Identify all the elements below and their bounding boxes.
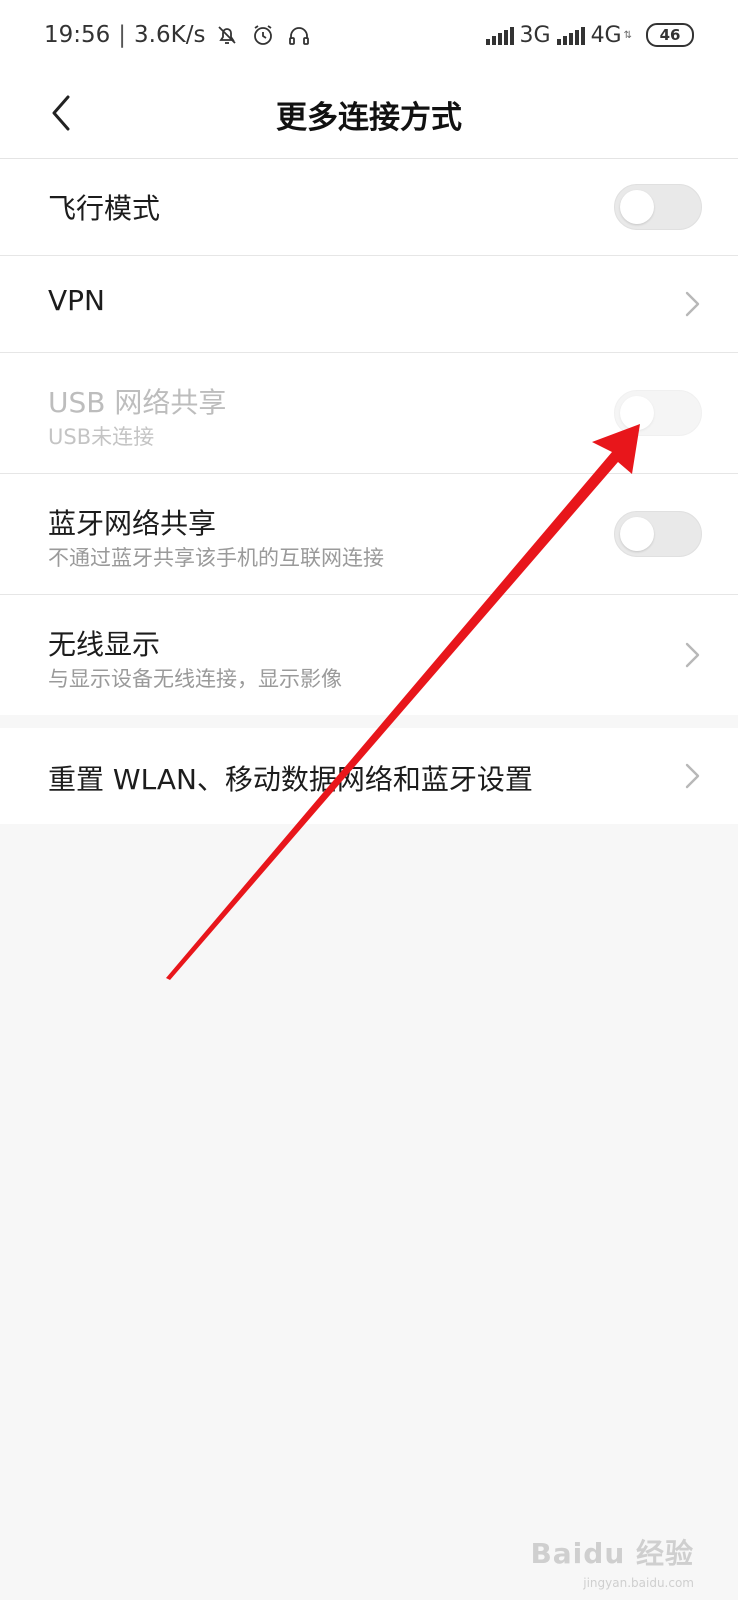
headphone-icon	[285, 21, 313, 49]
bluetooth-tethering-label: 蓝牙网络共享	[48, 507, 217, 540]
toggle-knob	[620, 517, 654, 551]
reset-network-label: 重置 WLAN、移动数据网络和蓝牙设置	[48, 763, 533, 796]
net-speed: 3.6K/s	[134, 22, 206, 48]
vpn-label: VPN	[48, 284, 105, 317]
wireless-display-row[interactable]: 无线显示 与显示设备无线连接，显示影像	[0, 595, 738, 715]
status-separator: |	[118, 22, 127, 48]
chevron-right-icon	[685, 291, 700, 317]
alarm-icon	[249, 21, 277, 49]
data-activity-icon: ⇅	[623, 29, 632, 41]
usb-tethering-label: USB 网络共享	[48, 386, 227, 419]
page-title: 更多连接方式	[276, 100, 462, 136]
battery-icon: 46	[646, 23, 694, 47]
bluetooth-tethering-toggle[interactable]	[614, 511, 702, 557]
header: 更多连接方式	[0, 70, 738, 159]
toggle-knob	[620, 190, 654, 224]
usb-tethering-subtitle: USB未连接	[48, 425, 155, 449]
bluetooth-tethering-row[interactable]: 蓝牙网络共享 不通过蓝牙共享该手机的互联网连接	[0, 474, 738, 595]
watermark-sub: jingyan.baidu.com	[583, 1576, 694, 1590]
airplane-mode-label: 飞行模式	[48, 192, 161, 225]
status-left: 19:56 | 3.6K/s	[44, 18, 313, 52]
status-right: 3G 4G ⇅ 46	[485, 18, 694, 52]
usb-tethering-row[interactable]: USB 网络共享 USB未连接	[0, 353, 738, 474]
watermark: Baidu 经验	[530, 1537, 694, 1570]
bluetooth-tethering-subtitle: 不通过蓝牙共享该手机的互联网连接	[48, 546, 384, 570]
toggle-knob	[620, 396, 654, 430]
status-bar: 19:56 | 3.6K/s 3G 4G ⇅ 46	[0, 0, 738, 70]
network-type-2: 4G	[590, 22, 622, 48]
wireless-display-subtitle: 与显示设备无线连接，显示影像	[48, 667, 342, 691]
vpn-row[interactable]: VPN	[0, 256, 738, 353]
reset-network-row[interactable]: 重置 WLAN、移动数据网络和蓝牙设置	[0, 728, 738, 824]
wireless-display-label: 无线显示	[48, 628, 161, 661]
clock: 19:56	[44, 22, 111, 48]
signal-icon	[485, 25, 514, 45]
airplane-mode-toggle[interactable]	[614, 184, 702, 230]
network-type-1: 3G	[519, 22, 551, 48]
settings-list: 飞行模式 VPN USB 网络共享 USB未连接 蓝牙网络共享 不通过蓝牙共享该…	[0, 159, 738, 715]
usb-tethering-toggle[interactable]	[614, 390, 702, 436]
reset-section: 重置 WLAN、移动数据网络和蓝牙设置	[0, 728, 738, 824]
airplane-mode-row[interactable]: 飞行模式	[0, 159, 738, 256]
chevron-right-icon	[685, 642, 700, 668]
signal-icon-2	[556, 25, 585, 45]
bell-off-icon	[213, 21, 241, 49]
chevron-right-icon	[685, 763, 700, 789]
